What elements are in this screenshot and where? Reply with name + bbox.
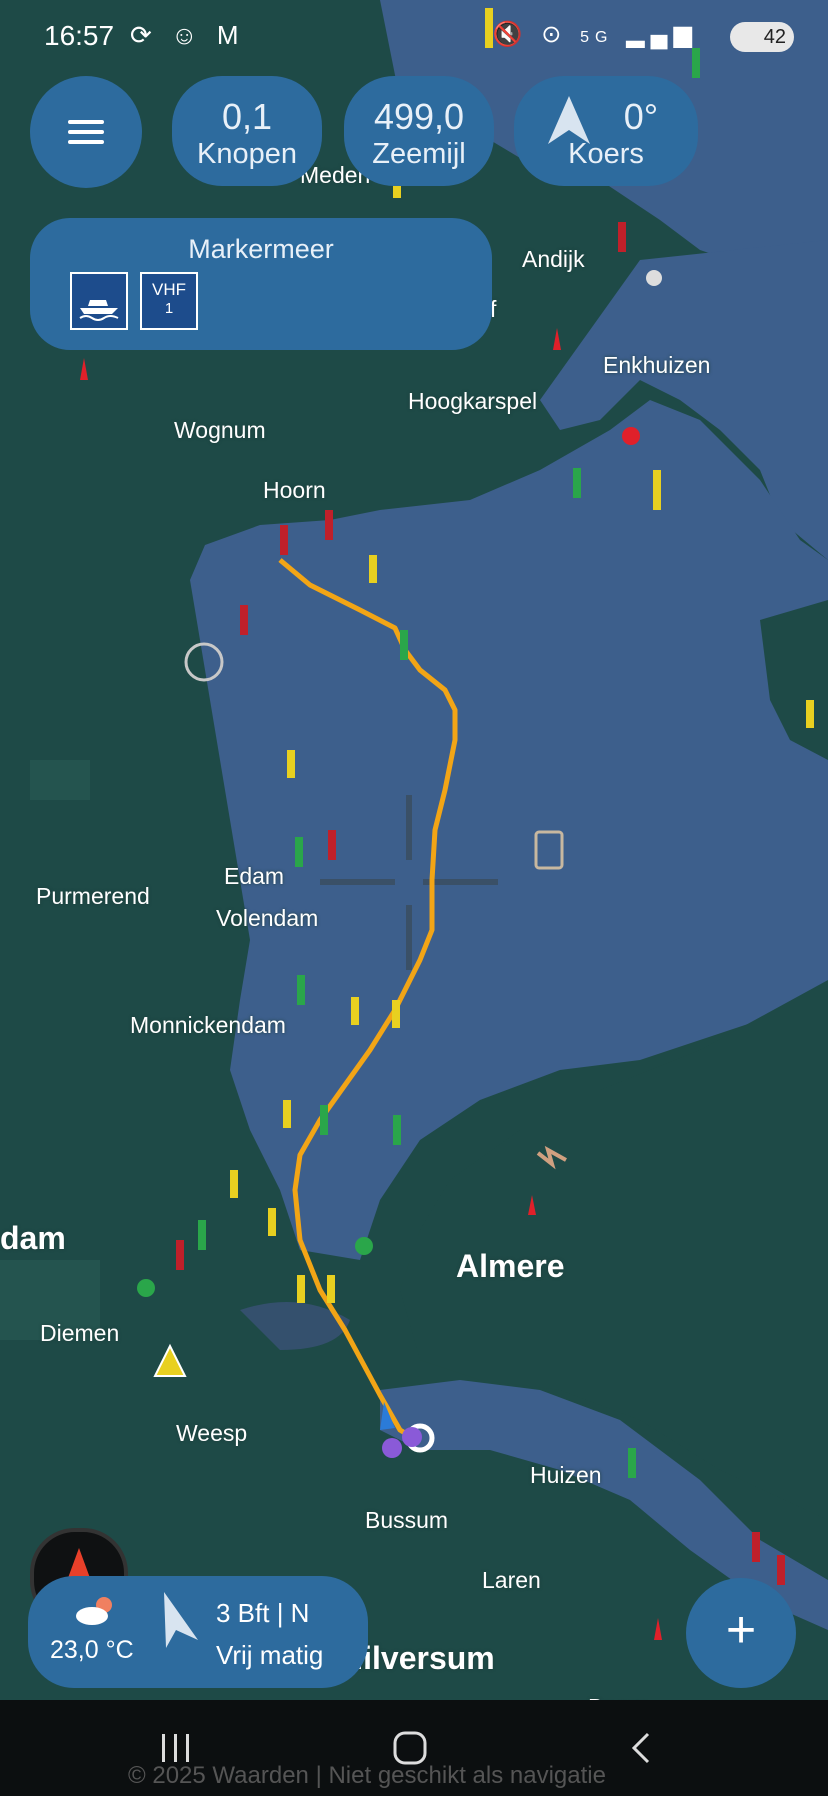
menu-icon-bar — [68, 140, 104, 144]
map-label-enkhuizen: Enkhuizen — [603, 352, 711, 378]
vhf-label: VHF — [152, 280, 186, 299]
map-label-wognum: Wognum — [174, 417, 266, 443]
battery-indicator: 42 — [730, 22, 794, 52]
map-label-edam: Edam — [224, 863, 285, 889]
distance-value: 499,0 — [373, 96, 465, 137]
map-label-huizen: Huizen — [530, 1462, 602, 1488]
wind-description: Vrij matig — [216, 1640, 324, 1670]
partly-cloudy-icon — [76, 1597, 112, 1625]
distance-label: Zeemijl — [372, 138, 466, 170]
status-right-icons: 🔇 ⊙ 5G ▂▄▆ — [493, 20, 698, 49]
map-label-bussum: Bussum — [365, 1507, 449, 1533]
temperature: 23,0 °C — [50, 1636, 134, 1664]
vhf-channel: 1 — [164, 300, 174, 317]
menu-button[interactable] — [30, 76, 142, 188]
map-label-hoorn: Hoorn — [263, 477, 326, 503]
map-label-purmerend: Purmerend — [36, 883, 150, 909]
wind-force: 3 Bft | N — [216, 1598, 310, 1628]
menu-icon — [68, 120, 104, 124]
add-button[interactable]: + — [686, 1578, 796, 1688]
map-label-weesp: Weesp — [176, 1420, 248, 1446]
map-label-volendam: Volendam — [216, 905, 319, 931]
speed-label: Knopen — [197, 138, 297, 170]
map-attribution: © 2025 Waarden | Niet geschikt als navig… — [128, 1762, 606, 1789]
recent-apps-icon[interactable] — [158, 1730, 194, 1766]
status-time: 16:57 — [44, 20, 115, 51]
gmail-icon: M — [216, 20, 245, 50]
snapchat-icon: ☺ — [171, 20, 204, 50]
map-label-hoogkarspel: Hoogkarspel — [408, 388, 538, 414]
status-left-icons: ⟳ ☺ M — [130, 20, 244, 51]
speed-panel[interactable]: 0,1 Knopen — [172, 76, 322, 186]
weather-panel[interactable]: 23,0 °C 3 Bft | N Vrij matig — [28, 1576, 368, 1688]
map-label-laren: Laren — [482, 1567, 541, 1593]
wind-direction-icon — [164, 1592, 198, 1648]
mute-icon: 🔇 — [492, 21, 529, 48]
back-icon[interactable] — [628, 1730, 656, 1766]
map-label-dam: dam — [0, 1220, 66, 1256]
motorboat-icon — [70, 272, 128, 330]
heading-value: 0° — [623, 96, 659, 137]
map-label-andijk: Andijk — [522, 246, 585, 272]
heading-label: Koers — [568, 138, 644, 170]
signal-icon: ▂▄▆ — [626, 21, 698, 48]
sync-icon: ⟳ — [130, 20, 158, 50]
vhf-icon: VHF 1 — [140, 272, 198, 330]
location-icon: ⊙ — [541, 21, 568, 48]
map-label-monnickendam: Monnickendam — [130, 1012, 286, 1038]
heading-panel[interactable]: 0° Koers — [514, 76, 698, 186]
distance-panel[interactable]: 499,0 Zeemijl — [344, 76, 494, 186]
menu-icon-bar — [68, 130, 104, 134]
speed-value: 0,1 — [221, 96, 273, 137]
map-label-diemen: Diemen — [40, 1320, 120, 1346]
region-panel[interactable]: Markermeer VHF 1 — [30, 218, 492, 350]
status-bar: 16:57 ⟳ ☺ M 🔇 ⊙ 5G ▂▄▆ 42 — [0, 0, 828, 72]
5g-icon: 5G — [580, 29, 614, 46]
map-label-almere: Almere — [456, 1248, 565, 1284]
region-title: Markermeer — [188, 234, 334, 264]
